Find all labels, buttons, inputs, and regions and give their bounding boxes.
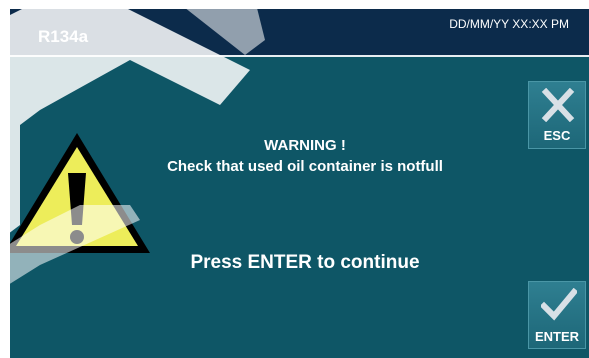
continue-instruction: Press ENTER to continue (190, 252, 420, 273)
enter-button[interactable]: ENTER (528, 281, 586, 349)
datetime-display: DD/MM/YY XX:XX PM (449, 17, 569, 31)
esc-button-label: ESC (543, 128, 571, 143)
header-bar: R134a DD/MM/YY XX:XX PM (10, 9, 589, 55)
refrigerant-label: R134a (38, 27, 89, 46)
esc-button[interactable]: ESC (528, 81, 586, 149)
main-screen: R134a DD/MM/YY XX:XX PM WARNING ! Check … (10, 9, 589, 358)
checkmark-icon (541, 288, 577, 321)
header-divider (10, 55, 589, 57)
enter-button-label: ENTER (534, 329, 580, 344)
warning-message: Check that used oil container is notfull (167, 158, 443, 175)
close-x-icon (541, 88, 575, 122)
warning-title: WARNING ! (264, 137, 346, 154)
